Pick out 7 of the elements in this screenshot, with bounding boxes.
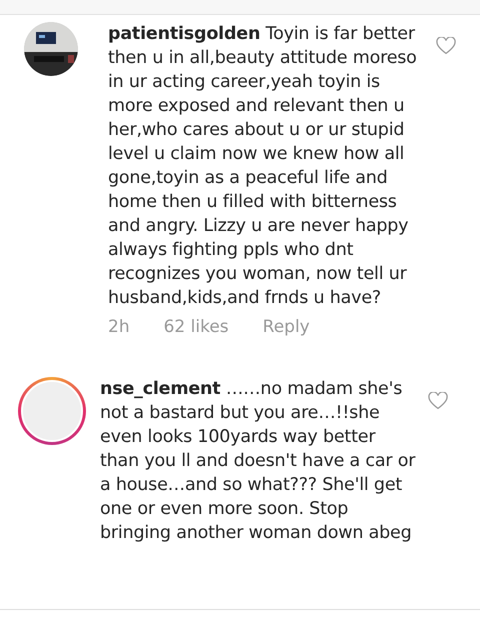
reply-link[interactable]: Reply [262,317,310,337]
comment-text: nse_clement ……no madam she's not a bastard but you are…!!she even looks 100yards way better than you ll and doesn't have a car or a house…and so what??? She'll get one or even more soon. Stop bringing another woman down abeg [100,378,416,545]
comment-text: patientisgolden Toyin is far better then u in all,beauty attitude moreso in ur acting career,yeah toyin is more exposed and relevant then u her,who cares about u or ur stupid level u claim now we knew how all gone,toyin as a peaceful life and home then u filled with bitterness and angry. Lizzy u are never happy always fighting ppls who dnt recognizes you woman, now tell ur husband,kids,and frnds u have? [108,23,418,310]
timestamp: 2h [108,317,130,337]
heart-icon[interactable] [436,37,456,55]
heart-icon[interactable] [428,392,448,410]
likes-link[interactable]: 62 likes [164,317,229,337]
